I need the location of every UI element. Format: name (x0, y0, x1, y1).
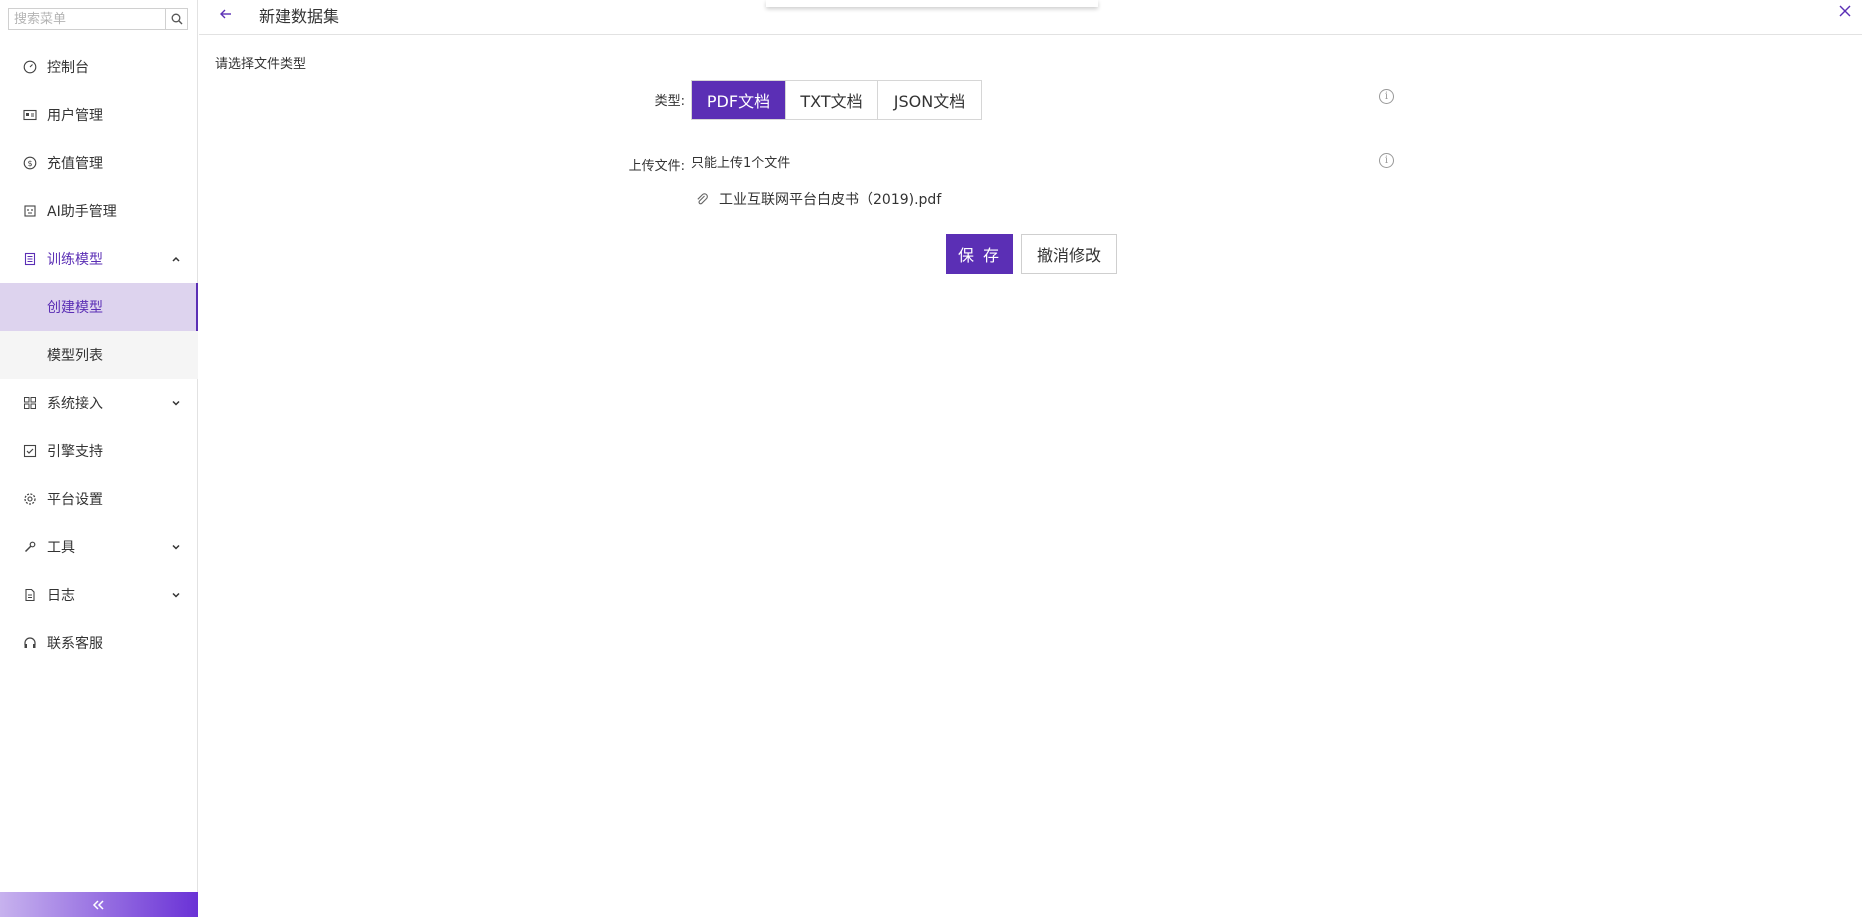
dashboard-icon (23, 60, 37, 74)
chevron-down-icon (170, 397, 182, 409)
sidebar-collapse-button[interactable] (0, 892, 198, 917)
sidebar-item-label: 用户管理 (47, 108, 103, 124)
type-option-txt[interactable]: TXT文档 (786, 81, 878, 119)
sidebar-item-label: 日志 (47, 588, 75, 604)
sidebar-item-dashboard[interactable]: 控制台 (0, 43, 198, 91)
sidebar-menu: 控制台 用户管理 $ 充值管理 AI助手管理 训练模型 创建模型 模型列表 系统… (0, 43, 198, 667)
sidebar-item-label: 引擎支持 (47, 444, 103, 460)
sidebar-item-label: 创建模型 (47, 300, 103, 316)
wrench-icon (23, 540, 37, 554)
type-option-pdf[interactable]: PDF文档 (692, 81, 786, 119)
chevron-down-icon (170, 589, 182, 601)
uploaded-file[interactable]: 工业互联网平台白皮书（2019).pdf (695, 189, 941, 209)
id-card-icon (23, 108, 37, 122)
sidebar-item-users[interactable]: 用户管理 (0, 91, 198, 139)
menu-search (8, 8, 188, 30)
save-button[interactable]: 保 存 (946, 234, 1013, 274)
sidebar-item-label: 系统接入 (47, 396, 103, 412)
info-icon[interactable]: i (1379, 89, 1394, 104)
file-type-selector: PDF文档 TXT文档 JSON文档 (691, 80, 982, 120)
menu-search-input[interactable] (9, 9, 165, 29)
info-icon[interactable]: i (1379, 153, 1394, 168)
sidebar-item-system-access[interactable]: 系统接入 (0, 379, 198, 427)
sidebar-item-ai-assistant[interactable]: AI助手管理 (0, 187, 198, 235)
dollar-icon: $ (23, 156, 37, 170)
checkbox-icon (23, 444, 37, 458)
sidebar-item-tools[interactable]: 工具 (0, 523, 198, 571)
sidebar-item-logs[interactable]: 日志 (0, 571, 198, 619)
section-label: 请选择文件类型 (215, 57, 307, 72)
sidebar-item-platform-settings[interactable]: 平台设置 (0, 475, 198, 523)
chevron-up-icon (170, 253, 182, 265)
training-submenu: 创建模型 模型列表 (0, 283, 198, 379)
upload-hint: 只能上传1个文件 (691, 156, 791, 171)
gear-icon (23, 492, 37, 506)
back-arrow-icon[interactable] (218, 6, 234, 22)
sidebar-item-label: 控制台 (47, 60, 89, 76)
sidebar-item-label: AI助手管理 (47, 204, 117, 220)
chevron-down-icon (170, 541, 182, 553)
double-chevron-left-icon (92, 899, 104, 910)
sidebar-item-label: 训练模型 (47, 252, 103, 268)
search-icon (171, 13, 182, 25)
sidebar-item-label: 联系客服 (47, 636, 103, 652)
cancel-button[interactable]: 撤消修改 (1021, 234, 1117, 274)
sidebar-item-create-model[interactable]: 创建模型 (0, 283, 198, 331)
grid-icon (23, 396, 37, 410)
sidebar-item-training[interactable]: 训练模型 (0, 235, 198, 283)
page-title: 新建数据集 (259, 7, 340, 26)
upload-label: 上传文件: (628, 159, 685, 174)
headset-icon (23, 636, 37, 650)
file-name: 工业互联网平台白皮书（2019).pdf (719, 192, 942, 208)
search-button[interactable] (165, 9, 187, 29)
dropdown-overlay (766, 0, 1098, 7)
type-option-json[interactable]: JSON文档 (878, 81, 981, 119)
paperclip-icon (697, 193, 708, 205)
sidebar-item-label: 平台设置 (47, 492, 103, 508)
sidebar-item-label: 模型列表 (47, 348, 103, 364)
sidebar-item-support[interactable]: 联系客服 (0, 619, 198, 667)
book-icon (23, 252, 37, 266)
type-label: 类型: (654, 94, 685, 109)
sidebar-item-label: 工具 (47, 540, 75, 556)
sidebar-item-recharge[interactable]: $ 充值管理 (0, 139, 198, 187)
sidebar-item-engine[interactable]: 引擎支持 (0, 427, 198, 475)
robot-icon (23, 204, 37, 218)
sidebar: 控制台 用户管理 $ 充值管理 AI助手管理 训练模型 (0, 0, 198, 917)
sidebar-item-label: 充值管理 (47, 156, 103, 172)
document-icon (23, 588, 37, 602)
sidebar-item-model-list[interactable]: 模型列表 (0, 331, 198, 379)
svg-text:$: $ (27, 159, 32, 168)
close-icon[interactable] (1838, 4, 1852, 18)
